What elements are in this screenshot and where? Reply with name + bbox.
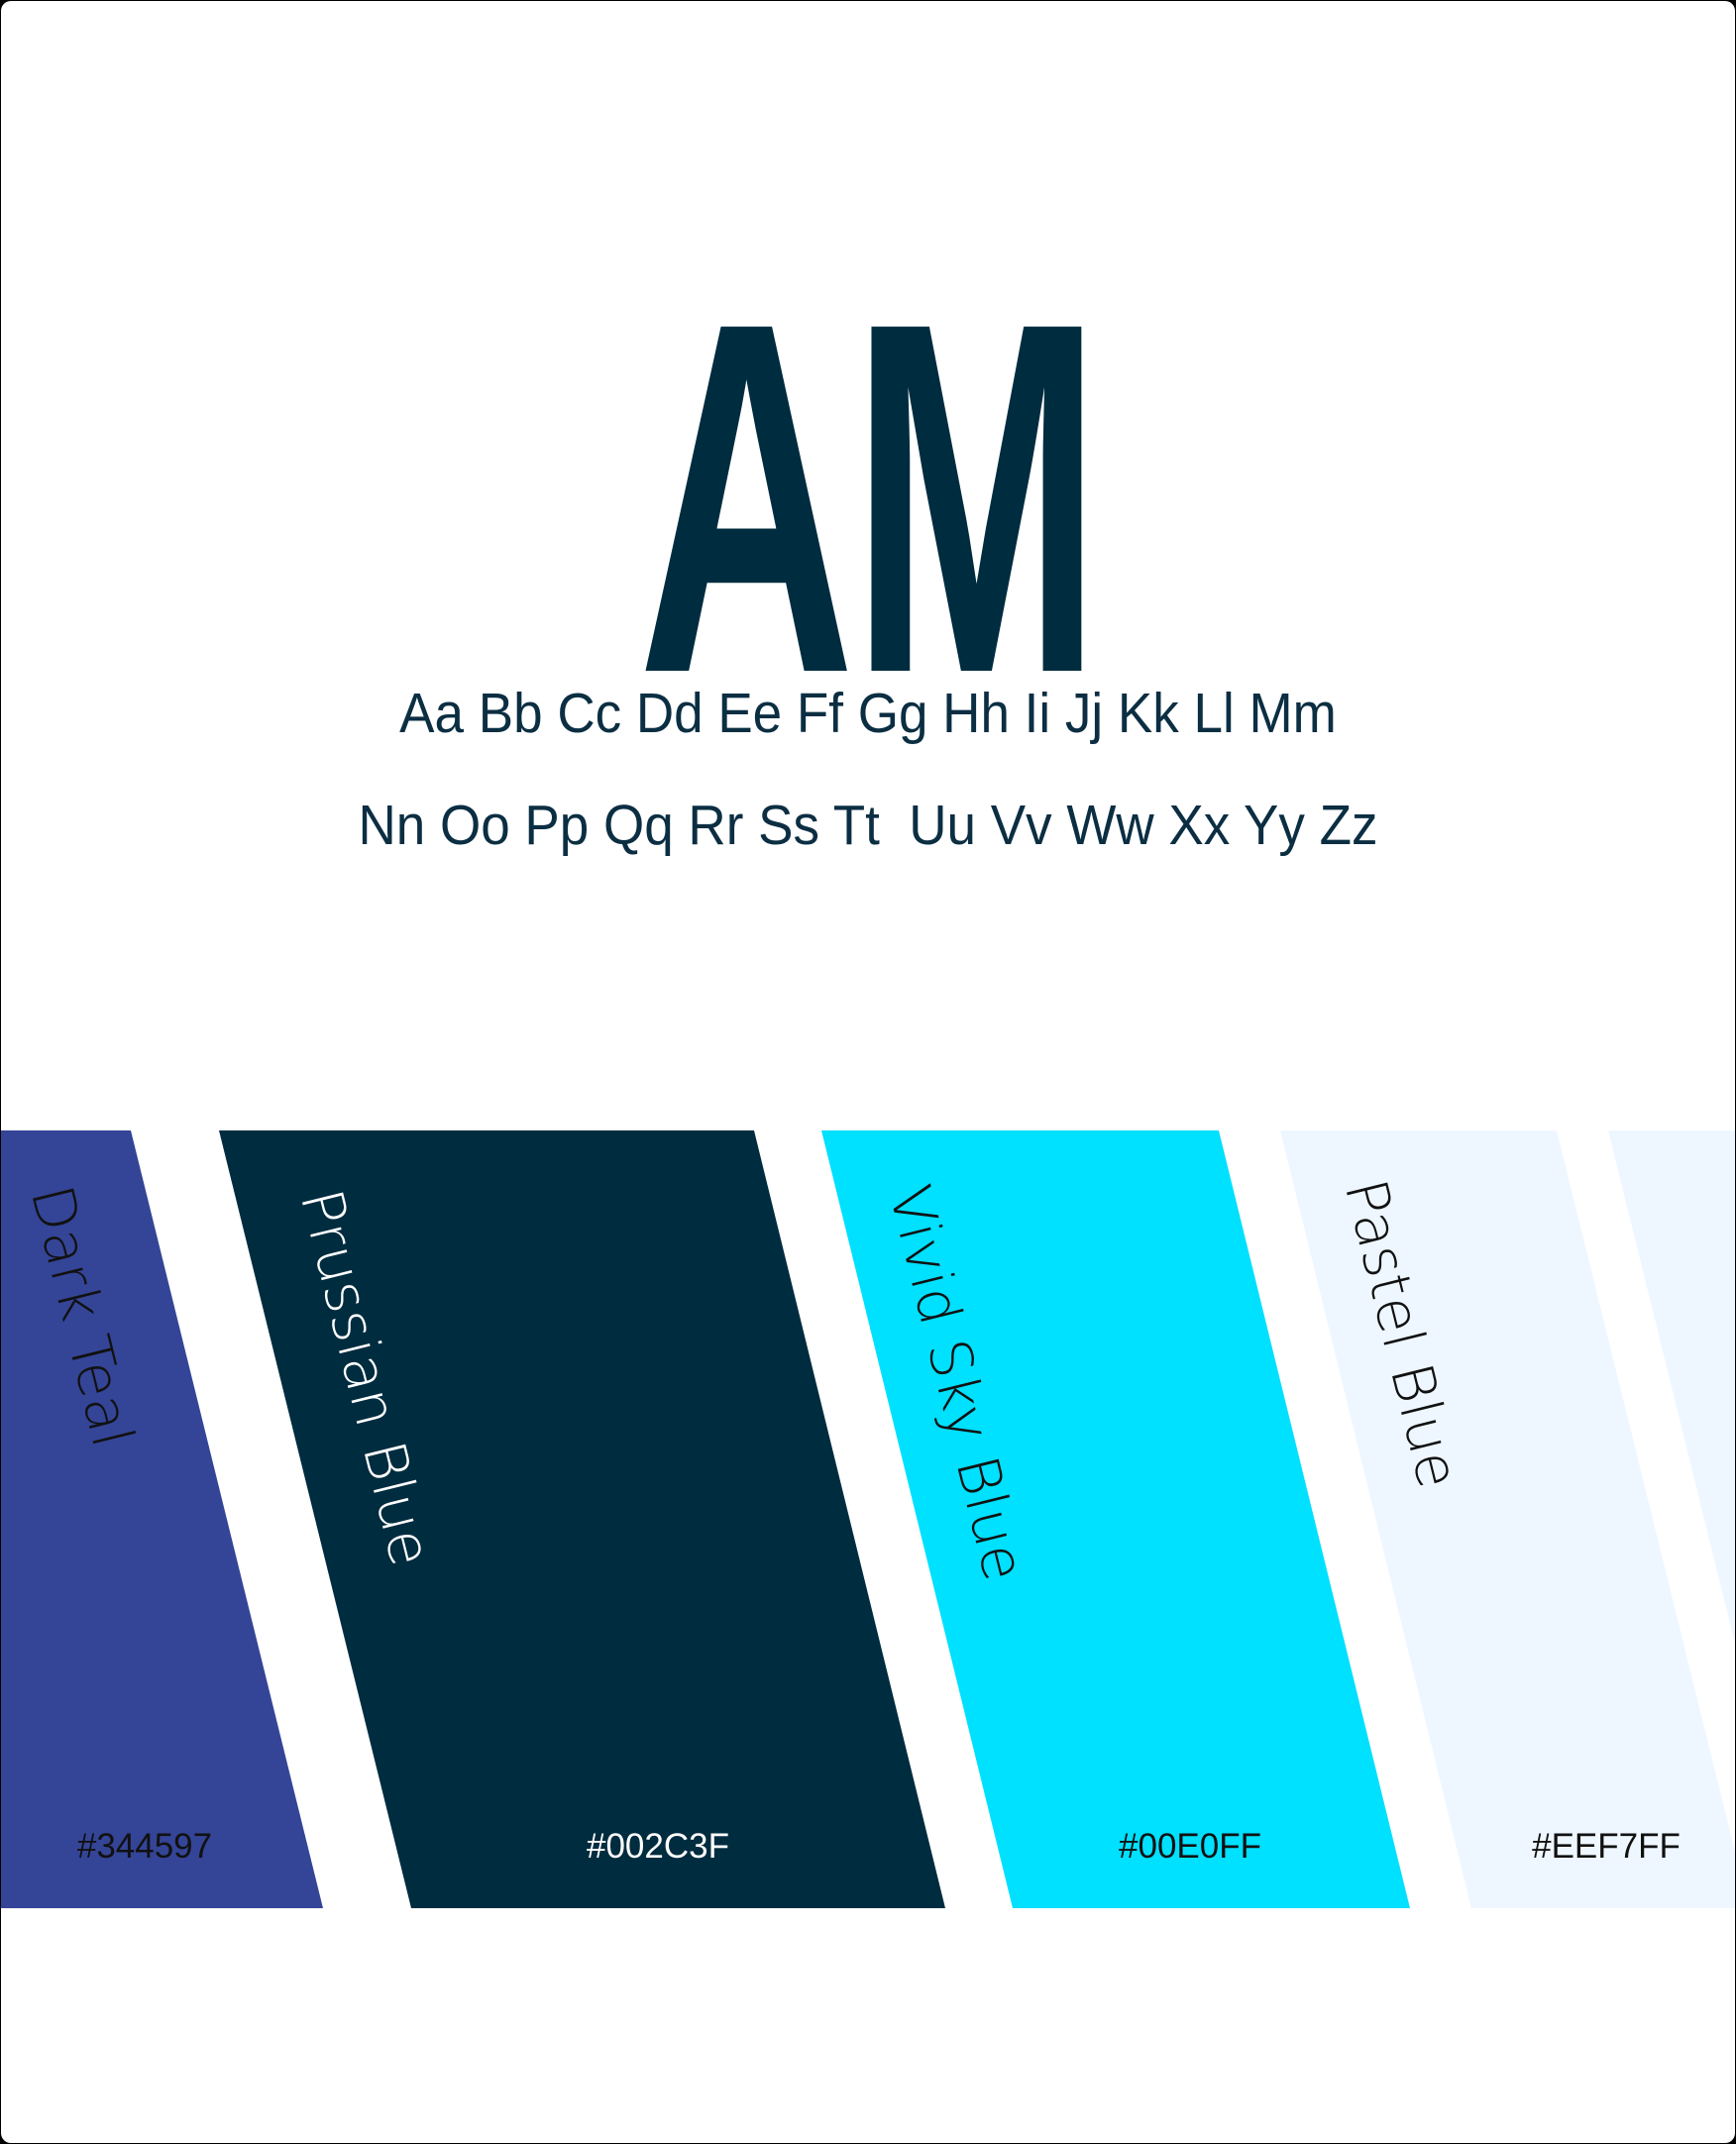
swatch-hex-vivid-sky-blue: #00E0FF [1119,1827,1261,1866]
brand-board: AM Aa Bb Cc Dd Ee Ff Gg Hh Ii Jj Kk Ll M… [1,1,1735,2143]
swatch-hex-dark-teal: #344597 [76,1827,213,1866]
swatch-hex-pastel-blue: #EEF7FF [1532,1827,1681,1866]
alphabet-line-2: Nn Oo Pp Qq Rr Ss Tt Uu Vv Ww Xx Yy Zz [358,794,1378,857]
color-palette: Dark Teal Prussian Blue Vivid Sky Blue P… [1,1130,1735,1908]
logo-monogram: AM [637,219,1102,778]
swatch-hex-prussian-blue: #002C3F [587,1827,729,1866]
palette-swatches [1,1130,1735,1908]
alphabet-line-1: Aa Bb Cc Dd Ee Ff Gg Hh Ii Jj Kk Ll Mm [399,682,1337,745]
